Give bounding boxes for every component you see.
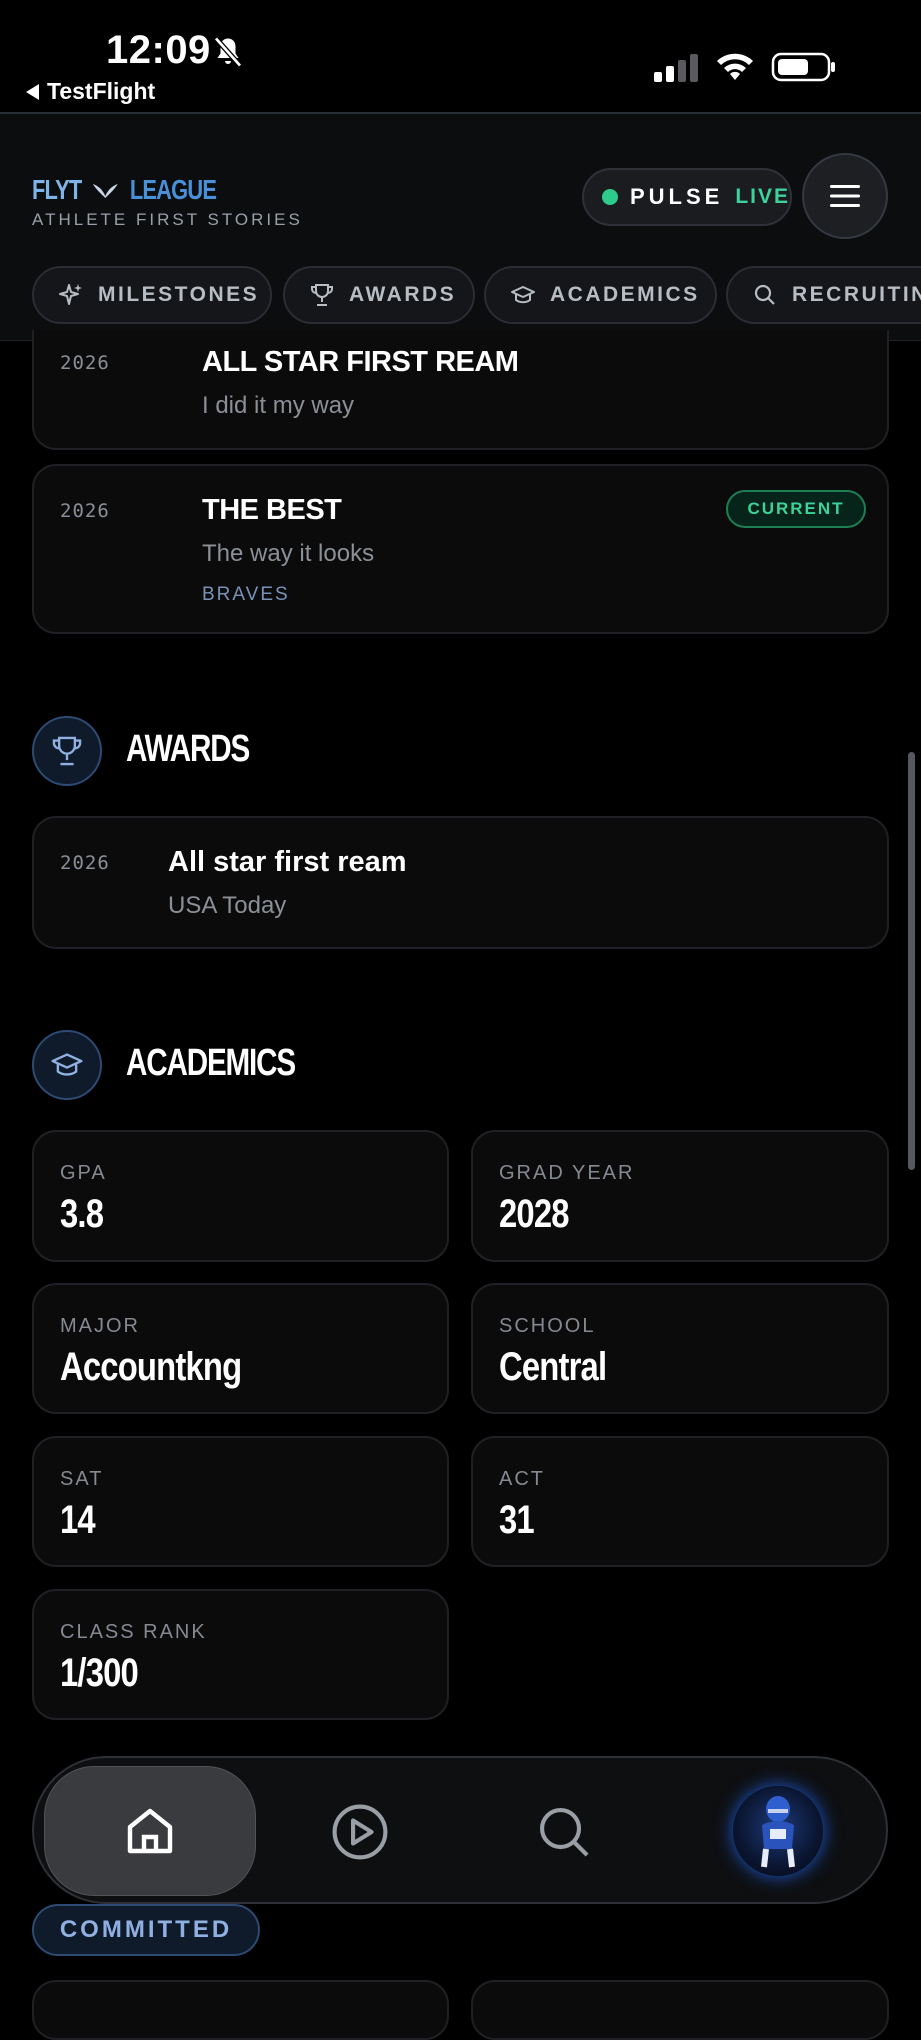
stat-value: 3.8 — [60, 1192, 104, 1236]
tab-milestones[interactable]: MILESTONES — [32, 266, 272, 324]
tab-recruiting[interactable]: RECRUITIN — [726, 266, 921, 324]
milestone-title: THE BEST — [202, 494, 342, 526]
menu-button[interactable] — [802, 153, 888, 239]
award-year: 2026 — [60, 852, 110, 874]
stat-value: Accountkng — [60, 1345, 242, 1389]
hamburger-menu-icon — [830, 185, 860, 207]
milestone-org: BRAVES — [202, 584, 290, 605]
stat-card-act: ACT 31 — [471, 1436, 889, 1567]
bottom-nav — [32, 1756, 888, 1904]
milestone-subtitle: I did it my way — [202, 392, 355, 419]
search-icon[interactable] — [534, 1802, 594, 1862]
logo-word-flyt: FLYT — [32, 174, 82, 205]
academics-section-icon — [32, 1030, 102, 1100]
award-title: All star first ream — [168, 846, 407, 878]
tab-label: MILESTONES — [98, 283, 260, 306]
home-icon — [127, 1808, 173, 1854]
sparkle-icon — [59, 284, 82, 305]
nav-home-button[interactable] — [44, 1766, 256, 1896]
back-arrow-icon — [26, 83, 39, 100]
pulse-label: PULSE — [629, 184, 724, 209]
tab-label: ACADEMICS — [550, 283, 700, 306]
award-card[interactable]: 2026 All star first ream USA Today — [32, 816, 889, 949]
back-label: TestFlight — [47, 78, 156, 104]
milestone-subtitle: The way it looks — [202, 540, 375, 567]
stat-label: GRAD YEAR — [499, 1162, 635, 1184]
back-to-testflight[interactable]: TestFlight — [26, 78, 155, 105]
milestone-title: ALL STAR FIRST REAM — [202, 346, 519, 378]
stat-label: ACT — [499, 1468, 545, 1490]
stat-card-partial — [471, 1980, 889, 2040]
scrollbar-thumb[interactable] — [908, 752, 915, 1170]
tab-awards[interactable]: AWARDS — [283, 266, 475, 324]
profile-avatar[interactable] — [733, 1786, 823, 1876]
live-label: LIVE — [735, 185, 790, 208]
trophy-icon — [311, 284, 333, 306]
stat-value: 1/300 — [60, 1651, 139, 1695]
stat-label: MAJOR — [60, 1315, 140, 1337]
search-icon — [754, 284, 775, 305]
pulse-live-button[interactable]: PULSE LIVE — [582, 168, 792, 226]
app-logo[interactable]: FLYT LEAGUE — [32, 170, 217, 210]
academics-section-title: ACADEMICS — [126, 1042, 296, 1084]
football-player-avatar-icon — [761, 1796, 795, 1868]
stat-label: CLASS RANK — [60, 1621, 207, 1643]
milestone-year: 2026 — [60, 352, 110, 374]
cellular-signal-icon — [654, 54, 698, 82]
play-icon[interactable] — [330, 1802, 390, 1862]
graduation-cap-icon — [51, 1053, 83, 1076]
committed-badge: COMMITTED — [32, 1904, 260, 1956]
stat-card-sat: SAT 14 — [32, 1436, 449, 1567]
milestone-year: 2026 — [60, 500, 110, 522]
logo-word-league: LEAGUE — [129, 174, 217, 205]
status-time: 12:09 — [106, 28, 211, 72]
tab-label: AWARDS — [349, 283, 457, 306]
stat-label: SAT — [60, 1468, 104, 1490]
stat-value: 14 — [60, 1498, 96, 1542]
wifi-icon — [717, 53, 753, 80]
stat-value: 31 — [499, 1498, 535, 1542]
graduation-cap-icon — [511, 286, 535, 304]
awards-section-icon — [32, 716, 102, 786]
awards-section-title: AWARDS — [126, 728, 250, 770]
tab-academics[interactable]: ACADEMICS — [484, 266, 717, 324]
stat-label: GPA — [60, 1162, 107, 1184]
stat-card-major: MAJOR Accountkng — [32, 1283, 449, 1414]
milestone-card[interactable]: 2026 ALL STAR FIRST REAM I did it my way — [32, 330, 889, 450]
award-source: USA Today — [168, 892, 287, 919]
stat-card-class-rank: CLASS RANK 1/300 — [32, 1589, 449, 1720]
stat-label: SCHOOL — [499, 1315, 596, 1337]
stat-card-partial — [32, 1980, 449, 2040]
trophy-icon — [52, 736, 82, 766]
stat-value: 2028 — [499, 1192, 570, 1236]
battery-icon — [771, 52, 835, 82]
tagline: ATHLETE FIRST STORIES — [32, 210, 303, 229]
current-badge: CURRENT — [726, 490, 866, 528]
tab-label: RECRUITIN — [792, 283, 921, 306]
live-status-dot — [602, 189, 618, 205]
wings-icon — [93, 184, 119, 198]
stat-card-gpa: GPA 3.8 — [32, 1130, 449, 1262]
stat-value: Central — [499, 1345, 607, 1389]
stat-card-school: SCHOOL Central — [471, 1283, 889, 1414]
bell-muted-icon — [214, 36, 242, 68]
stat-card-grad-year: GRAD YEAR 2028 — [471, 1130, 889, 1262]
milestone-card[interactable]: 2026 THE BEST The way it looks BRAVES CU… — [32, 464, 889, 634]
